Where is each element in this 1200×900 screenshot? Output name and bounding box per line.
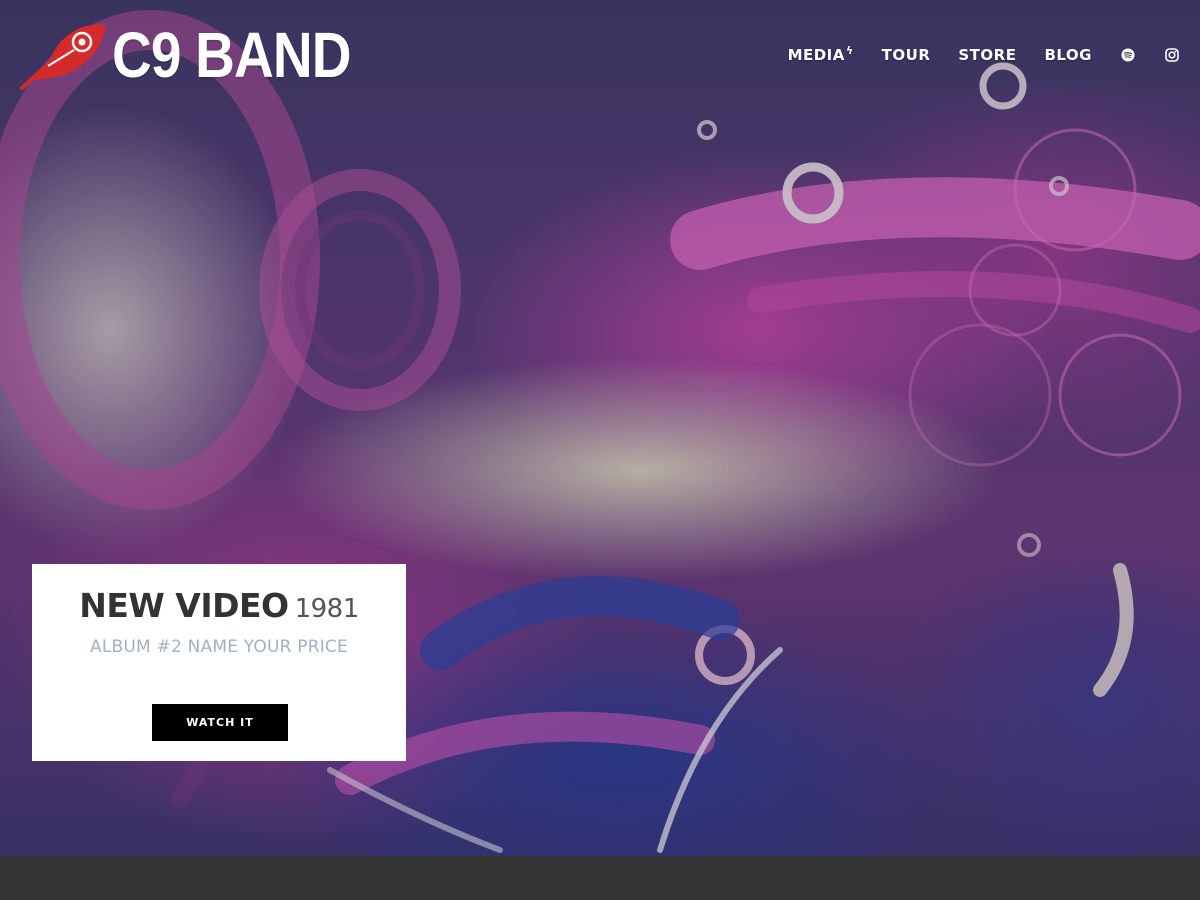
feature-title-year: 1981 — [294, 594, 360, 624]
feature-card: NEW VIDEO 1981 ALBUM #2 NAME YOUR PRICE W… — [32, 564, 406, 761]
nav-item-store[interactable]: STORE — [958, 46, 1016, 64]
page: C9 BAND MEDIA ϟ TOUR STORE BLOG NEW VIDE… — [0, 0, 1200, 900]
feather-icon — [20, 24, 106, 90]
brand-name: C9 BAND — [112, 19, 351, 91]
nav-item-label: TOUR — [881, 46, 931, 64]
spotify-icon[interactable] — [1120, 47, 1136, 63]
site-logo[interactable]: C9 BAND — [18, 20, 389, 90]
nav-item-label: BLOG — [1044, 46, 1092, 64]
nav-item-blog[interactable]: BLOG — [1044, 46, 1092, 64]
main-nav: MEDIA ϟ TOUR STORE BLOG — [788, 40, 1180, 70]
nav-item-tour[interactable]: TOUR — [882, 46, 931, 64]
nav-item-media[interactable]: MEDIA ϟ — [787, 44, 854, 64]
nav-item-label: STORE — [958, 46, 1017, 64]
nav-item-label: MEDIA — [787, 46, 845, 64]
feature-title: NEW VIDEO 1981 — [32, 584, 406, 628]
feature-title-main: NEW VIDEO — [79, 586, 289, 625]
footer-band — [0, 856, 1200, 900]
instagram-icon[interactable] — [1164, 47, 1180, 63]
lightning-icon: ϟ — [845, 44, 854, 57]
feature-subtitle: ALBUM #2 NAME YOUR PRICE — [90, 637, 348, 657]
watch-it-button[interactable]: WATCH IT — [152, 704, 288, 741]
